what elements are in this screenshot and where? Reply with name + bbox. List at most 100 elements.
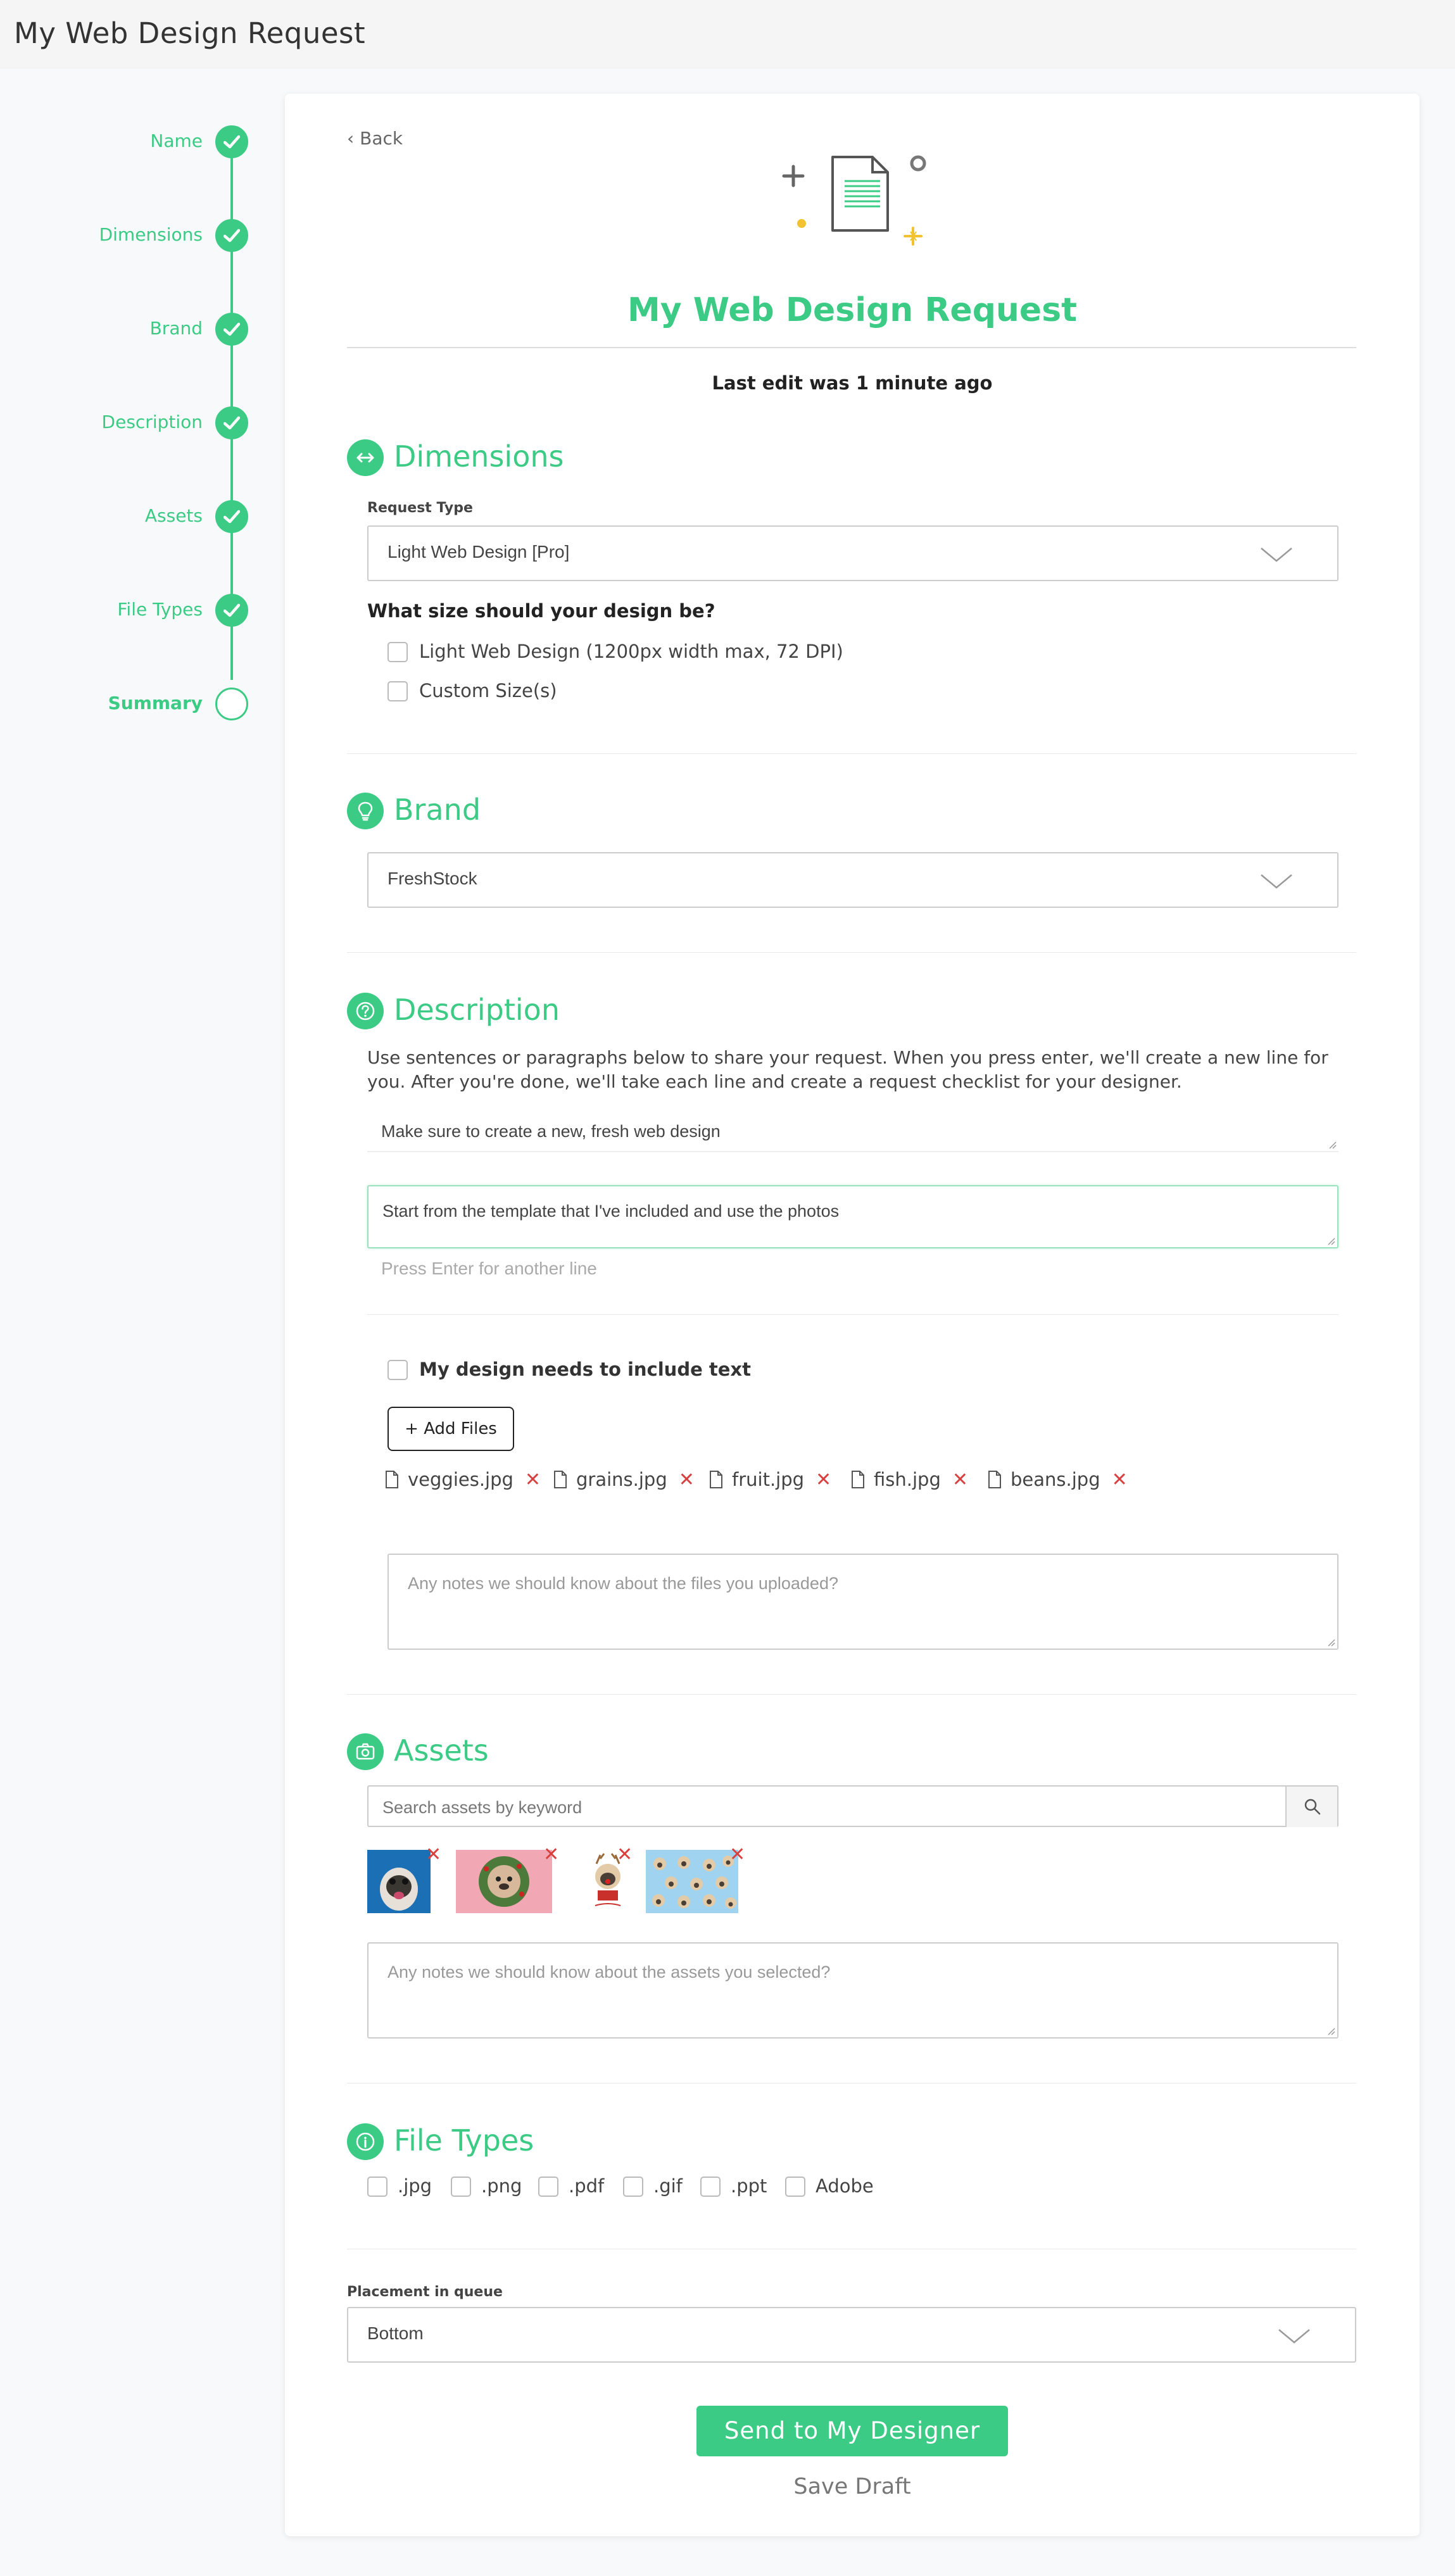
search-button[interactable] [1285,1787,1337,1827]
chevron-down-icon [1261,548,1292,562]
queue-placement-label: Placement in queue [347,2284,503,2300]
filetype-adobe-checkbox[interactable] [785,2177,805,2197]
filetype-pdf-checkbox[interactable] [538,2177,558,2197]
next-line-placeholder[interactable]: Press Enter for another line [381,1259,597,1279]
queue-placement-select[interactable]: Bottom [347,2307,1356,2363]
back-label: Back [360,128,403,149]
section-divider [347,952,1356,953]
description-divider [367,1314,1338,1315]
step-label: Name [150,130,203,151]
step-label: Dimensions [99,224,203,245]
remove-file-icon[interactable]: ✕ [525,1469,541,1491]
step-summary[interactable]: Summary [0,685,253,723]
pug-photo-image [367,1850,431,1913]
camera-icon [347,1733,384,1770]
step-description[interactable]: Description [0,404,253,442]
files-notes-placeholder: Any notes we should know about the files… [408,1574,838,1593]
file-chip: veggies.jpg ✕ [385,1469,541,1494]
assets-notes-textarea[interactable]: Any notes we should know about the asset… [367,1942,1338,2039]
back-link[interactable]: ‹ Back [347,128,403,149]
file-name: beans.jpg [1011,1469,1100,1490]
filetype-jpg-checkbox[interactable] [367,2177,387,2197]
step-complete-icon [215,406,248,439]
light-web-design-checkbox[interactable] [387,642,408,662]
add-files-button[interactable]: + Add Files [387,1407,514,1451]
filetype-jpg-label: .jpg [398,2175,432,2197]
filetype-ppt-checkbox[interactable] [700,2177,721,2197]
filetype-png-checkbox[interactable] [451,2177,471,2197]
file-chip: beans.jpg ✕ [988,1469,1128,1494]
description-line-input[interactable]: Make sure to create a new, fresh web des… [367,1107,1338,1152]
page-title: My Web Design Request [14,16,366,50]
top-bar: My Web Design Request [0,0,1455,68]
remove-file-icon[interactable]: ✕ [952,1469,968,1491]
step-label: File Types [117,599,203,620]
file-name: grains.jpg [576,1469,667,1490]
lightbulb-icon [347,793,384,829]
file-icon [710,1471,722,1488]
asset-thumbnail[interactable] [646,1850,738,1913]
remove-asset-icon[interactable]: ✕ [617,1844,633,1866]
file-name: fruit.jpg [732,1469,805,1490]
chevron-down-icon [1261,874,1292,889]
plus-icon: + [405,1419,424,1438]
step-dimensions[interactable]: Dimensions [0,217,253,254]
queue-placement-value: Bottom [367,2323,424,2343]
light-web-design-label: Light Web Design (1200px width max, 72 D… [419,641,843,662]
resize-handle-icon[interactable] [1326,1236,1335,1245]
asset-thumbnail[interactable] [456,1850,552,1913]
asset-search-placeholder: Search assets by keyword [382,1798,583,1817]
arrows-horizontal-icon [347,439,384,476]
step-label: Description [101,412,203,432]
resize-handle-icon[interactable] [1326,2026,1335,2035]
step-name[interactable]: Name [0,123,253,161]
request-type-label: Request Type [367,500,473,516]
title-divider [347,347,1356,348]
remove-asset-icon[interactable]: ✕ [425,1844,441,1866]
filetype-gif-checkbox[interactable] [623,2177,643,2197]
brand-select[interactable]: FreshStock [367,852,1338,908]
step-brand[interactable]: Brand [0,310,253,348]
description-intro: Use sentences or paragraphs below to sha… [367,1047,1328,1092]
filetype-ppt-label: .ppt [731,2175,767,2197]
assets-title: Assets [394,1733,489,1768]
resize-handle-icon[interactable] [1326,1638,1335,1647]
include-text-checkbox[interactable] [387,1360,408,1380]
remove-asset-icon[interactable]: ✕ [543,1844,559,1866]
asset-search-input[interactable]: Search assets by keyword [367,1785,1338,1827]
remove-file-icon[interactable]: ✕ [679,1469,695,1491]
step-label: Brand [149,318,203,339]
last-edit-text: Last edit was 1 minute ago [712,372,993,394]
dimensions-title: Dimensions [394,439,564,474]
step-assets[interactable]: Assets [0,498,253,536]
filetype-pdf-label: .pdf [569,2175,605,2197]
files-notes-textarea[interactable]: Any notes we should know about the files… [387,1554,1338,1650]
step-file-types[interactable]: File Types [0,591,253,629]
file-icon [386,1471,398,1488]
description-line-text: Start from the template that I've includ… [382,1202,840,1221]
step-label: Summary [108,693,203,713]
request-type-select[interactable]: Light Web Design [Pro] [367,525,1338,581]
asset-thumbnail[interactable] [367,1850,431,1913]
description-line-input-active[interactable]: Start from the template that I've includ… [367,1185,1338,1248]
step-complete-icon [215,125,248,158]
request-type-value: Light Web Design [Pro] [387,542,570,562]
chevron-left-icon: ‹ [347,128,360,149]
filetype-png-label: .png [481,2175,522,2197]
remove-file-icon[interactable]: ✕ [816,1469,831,1491]
chevron-down-icon [1278,2329,1310,2344]
file-icon [852,1471,864,1488]
search-icon [1304,1799,1321,1815]
file-icon [554,1471,567,1488]
remove-asset-icon[interactable]: ✕ [729,1844,745,1866]
file-types-title: File Types [394,2123,534,2158]
resize-handle-icon[interactable] [1328,1140,1337,1149]
brand-title: Brand [394,793,481,827]
custom-size-checkbox[interactable] [387,681,408,701]
send-to-designer-button[interactable]: Send to My Designer [696,2406,1008,2456]
add-files-label: Add Files [424,1419,497,1438]
save-draft-link[interactable]: Save Draft [696,2474,1008,2499]
file-name: veggies.jpg [408,1469,513,1490]
request-card: ‹ Back My Web Design Request Last edit w… [285,94,1420,2536]
remove-file-icon[interactable]: ✕ [1112,1469,1128,1491]
